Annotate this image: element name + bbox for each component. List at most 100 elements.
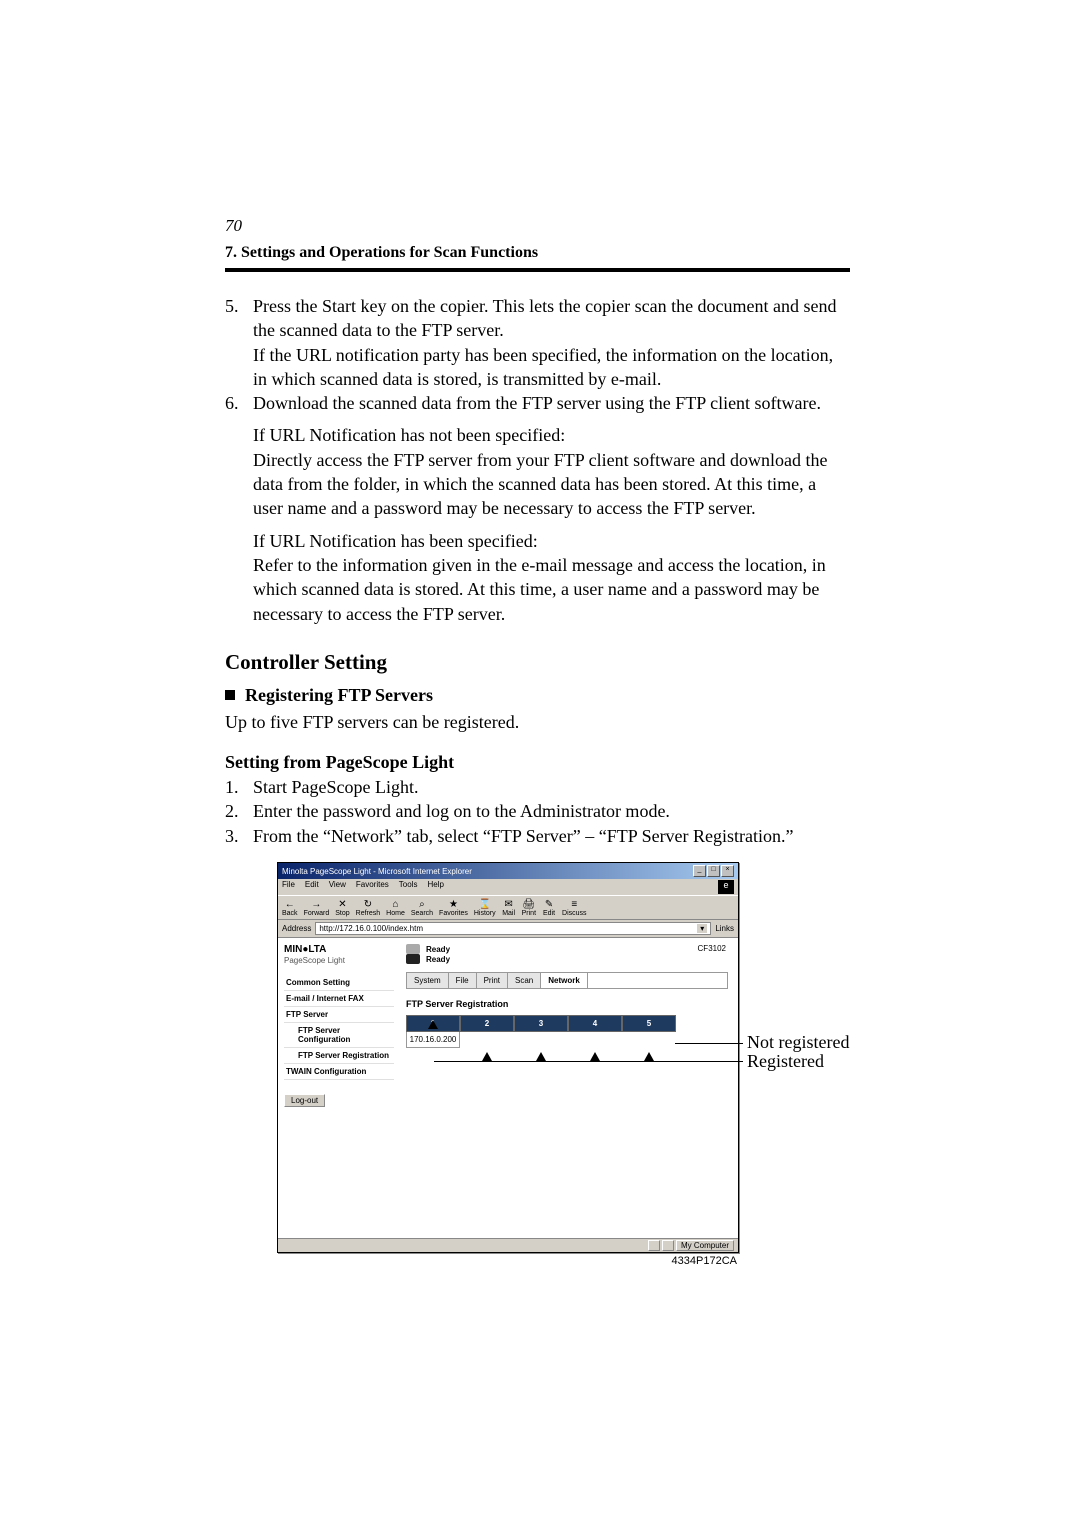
- callout-line: [675, 1043, 743, 1044]
- menu-file[interactable]: File: [282, 880, 295, 894]
- toolbar-history[interactable]: ⌛History: [474, 898, 496, 917]
- history-icon: ⌛: [478, 898, 492, 910]
- screenshot-figure: Minolta PageScope Light - Microsoft Inte…: [277, 862, 897, 1267]
- tab-file[interactable]: File: [449, 973, 477, 988]
- tab-network[interactable]: Network: [541, 973, 588, 988]
- status-text: Ready: [426, 955, 450, 964]
- statusbar: My Computer: [278, 1238, 738, 1252]
- address-input[interactable]: http://172.16.0.100/index.htm ▾: [315, 922, 711, 935]
- toolbar: ←Back →Forward ✕Stop ↻Refresh ⌂Home ⌕Search ★F…: [278, 895, 738, 920]
- registration-tab-2[interactable]: 2: [460, 1015, 514, 1032]
- step-number: 5.: [225, 294, 253, 391]
- menu-help[interactable]: Help: [427, 880, 443, 894]
- printer-icon: [406, 944, 420, 954]
- menu-favorites[interactable]: Favorites: [356, 880, 389, 894]
- arrow-up-icon: [644, 1052, 654, 1061]
- step-text: Enter the password and log on to the Adm…: [253, 799, 850, 823]
- condition-body: Refer to the information given in the e-…: [253, 553, 850, 626]
- window-title: Minolta PageScope Light - Microsoft Inte…: [282, 867, 472, 876]
- toolbar-discuss[interactable]: ≡Discuss: [562, 898, 587, 917]
- sidebar-item[interactable]: FTP Server Configuration: [284, 1023, 394, 1048]
- window-controls: _ □ ×: [693, 865, 734, 877]
- sidebar-item[interactable]: FTP Server Registration: [284, 1048, 394, 1064]
- status-row: Ready: [406, 954, 728, 964]
- toolbar-print[interactable]: 🖨Print: [522, 898, 536, 917]
- menubar-items: File Edit View Favorites Tools Help: [282, 880, 444, 894]
- registration-tab-5[interactable]: 5: [622, 1015, 676, 1032]
- page-number: 70: [225, 216, 850, 236]
- step-item: 1. Start PageScope Light.: [225, 775, 850, 799]
- toolbar-home[interactable]: ⌂Home: [386, 898, 405, 917]
- condition-body: Directly access the FTP server from your…: [253, 448, 850, 521]
- mail-icon: ✉: [502, 898, 516, 910]
- tab-print[interactable]: Print: [477, 973, 508, 988]
- statusbar-pane: [648, 1240, 660, 1251]
- content-area: MIN●LTA PageScope Light Common SettingE-…: [278, 938, 738, 1238]
- menu-edit[interactable]: Edit: [305, 880, 319, 894]
- step-text: Download the scanned data from the FTP s…: [253, 391, 850, 415]
- toolbar-search[interactable]: ⌕Search: [411, 898, 433, 917]
- toolbar-mail[interactable]: ✉Mail: [502, 898, 516, 917]
- arrow-annotations: [406, 1052, 728, 1061]
- statusbar-pane: My Computer: [676, 1240, 734, 1251]
- step-number: 2.: [225, 799, 253, 823]
- search-icon: ⌕: [415, 898, 429, 910]
- step-item: 2. Enter the password and log on to the …: [225, 799, 850, 823]
- heading-controller-setting: Controller Setting: [225, 650, 850, 675]
- step-number: 6.: [225, 391, 253, 415]
- sidebar-item[interactable]: FTP Server: [284, 1007, 394, 1023]
- maximize-button[interactable]: □: [707, 865, 720, 877]
- heading-setting-from-pagescope: Setting from PageScope Light: [225, 752, 850, 773]
- toolbar-back[interactable]: ←Back: [282, 898, 298, 917]
- brand-subtitle: PageScope Light: [284, 956, 394, 965]
- arrow-up-icon: [482, 1052, 492, 1061]
- tab-scan[interactable]: Scan: [508, 973, 541, 988]
- tab-bar: SystemFilePrintScanNetwork: [406, 972, 728, 989]
- condition-title: If URL Notification has not been specifi…: [253, 423, 850, 447]
- status-row: Ready: [406, 944, 728, 954]
- logout-button[interactable]: Log-out: [284, 1094, 325, 1107]
- step-item: 5. Press the Start key on the copier. Th…: [225, 294, 850, 391]
- toolbar-stop[interactable]: ✕Stop: [335, 898, 349, 917]
- toolbar-favorites[interactable]: ★Favorites: [439, 898, 468, 917]
- arrow-up-icon: [536, 1052, 546, 1061]
- step-number: 3.: [225, 824, 253, 848]
- edit-icon: ✎: [542, 898, 556, 910]
- discuss-icon: ≡: [567, 898, 581, 910]
- toolbar-edit[interactable]: ✎Edit: [542, 898, 556, 917]
- sidebar-item[interactable]: TWAIN Configuration: [284, 1064, 394, 1080]
- sidebar-item[interactable]: E-mail / Internet FAX: [284, 991, 394, 1007]
- address-bar: Address http://172.16.0.100/index.htm ▾ …: [278, 920, 738, 938]
- statusbar-pane: [662, 1240, 674, 1251]
- step-text: Start PageScope Light.: [253, 775, 850, 799]
- minimize-button[interactable]: _: [693, 865, 706, 877]
- toolbar-forward[interactable]: →Forward: [304, 898, 330, 917]
- home-icon: ⌂: [389, 898, 403, 910]
- section-header: 7. Settings and Operations for Scan Func…: [225, 244, 850, 272]
- menu-tools[interactable]: Tools: [399, 880, 418, 894]
- callout-line: [434, 1061, 743, 1062]
- menu-view[interactable]: View: [329, 880, 346, 894]
- chevron-down-icon[interactable]: ▾: [697, 924, 707, 933]
- links-label[interactable]: Links: [715, 924, 734, 933]
- favorites-icon: ★: [446, 898, 460, 910]
- toolbar-refresh[interactable]: ↻Refresh: [356, 898, 381, 917]
- back-icon: ←: [283, 898, 297, 910]
- subheading-row: Registering FTP Servers: [225, 685, 850, 706]
- close-button[interactable]: ×: [721, 865, 734, 877]
- tab-system[interactable]: System: [407, 973, 449, 988]
- sidebar-item[interactable]: Common Setting: [284, 975, 394, 991]
- step-text: From the “Network” tab, select “FTP Serv…: [253, 824, 850, 848]
- status-text: Ready: [426, 945, 450, 954]
- condition-block: If URL Notification has been specified: …: [253, 529, 850, 626]
- condition-title: If URL Notification has been specified:: [253, 529, 850, 553]
- sidebar: MIN●LTA PageScope Light Common SettingE-…: [278, 938, 400, 1238]
- registration-tab-4[interactable]: 4: [568, 1015, 622, 1032]
- ie-logo-icon: e: [718, 880, 734, 894]
- callout-not-registered: Not registered: [747, 1032, 849, 1053]
- address-label: Address: [282, 924, 311, 933]
- registration-tab-3[interactable]: 3: [514, 1015, 568, 1032]
- model-id: CF3102: [698, 944, 726, 953]
- registration-value: 170.16.0.200: [406, 1032, 460, 1048]
- subheading-description: Up to five FTP servers can be registered…: [225, 710, 850, 734]
